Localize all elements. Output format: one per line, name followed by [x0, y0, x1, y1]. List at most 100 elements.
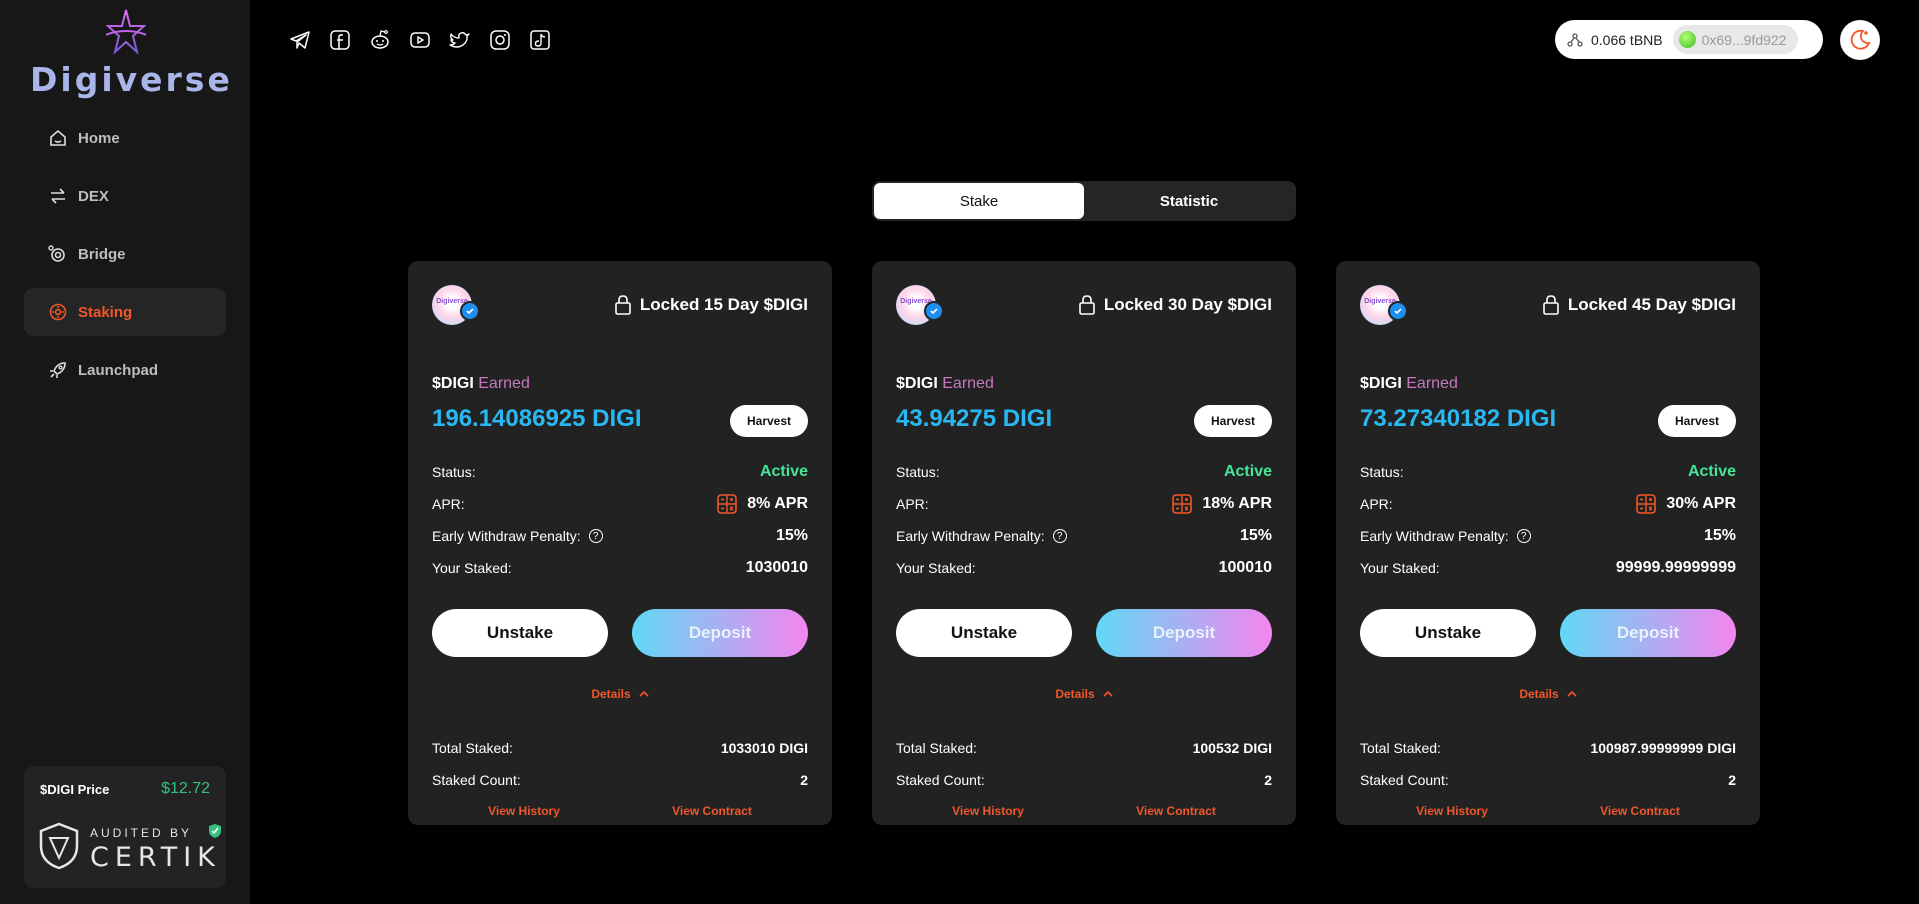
staked-count-value: 2 — [800, 772, 808, 788]
penalty-row: Early Withdraw Penalty:? 15% — [896, 525, 1272, 547]
help-icon[interactable]: ? — [1052, 529, 1067, 543]
penalty-value: 15% — [1239, 527, 1272, 544]
unstake-button[interactable]: Unstake — [1360, 609, 1536, 657]
penalty-row: Early Withdraw Penalty:? 15% — [432, 525, 808, 547]
deposit-button[interactable]: Deposit — [1096, 609, 1272, 657]
sidebar-item-dex[interactable]: DEX — [24, 172, 226, 220]
lock-icon — [1079, 295, 1095, 315]
sidebar-item-label: Home — [78, 129, 120, 147]
apr-row: APR: 30% APR — [1360, 493, 1736, 515]
total-staked-value: 1033010 DIGI — [720, 740, 808, 756]
apr-value: 30% APR — [1666, 495, 1736, 512]
view-history-link[interactable]: View History — [1416, 804, 1488, 818]
youtube-icon[interactable] — [408, 28, 432, 52]
penalty-label: Early Withdraw Penalty: — [432, 528, 581, 544]
sidebar-item-label: Launchpad — [78, 361, 159, 379]
tab-statistic[interactable]: Statistic — [1084, 183, 1294, 219]
sidebar-item-home[interactable]: Home — [24, 114, 226, 162]
digiverse-logo[interactable]: Digiverse — [30, 8, 230, 100]
token-label: $DIGI — [432, 375, 474, 392]
calculator-icon[interactable] — [1172, 494, 1193, 514]
penalty-label: Early Withdraw Penalty: — [1360, 528, 1509, 544]
staked-count-label: Staked Count: — [1360, 772, 1449, 788]
reddit-icon[interactable] — [368, 28, 392, 52]
wallet-pill[interactable]: 0.066 tBNB 0x69...9fd922 — [1555, 20, 1823, 59]
staked-count-row: Staked Count: 2 — [896, 769, 1272, 791]
harvest-button[interactable]: Harvest — [1194, 405, 1272, 437]
harvest-button[interactable]: Harvest — [730, 405, 808, 437]
penalty-value: 15% — [775, 527, 808, 544]
staked-count-label: Staked Count: — [432, 772, 521, 788]
details-toggle[interactable]: Details — [896, 687, 1272, 701]
shield-check-icon — [209, 824, 221, 838]
view-contract-link[interactable]: View Contract — [672, 804, 752, 818]
instagram-icon[interactable] — [488, 28, 512, 52]
balance-text: 0.066 tBNB — [1591, 31, 1663, 48]
apr-value-wrap: 8% APR — [717, 494, 808, 514]
pool-title: Locked 45 Day $DIGI — [1542, 294, 1736, 316]
certik-name: CERTIK — [90, 842, 221, 873]
unstake-button[interactable]: Unstake — [432, 609, 608, 657]
your-staked-label: Your Staked: — [1360, 560, 1440, 576]
price-value: $12.72 — [161, 780, 210, 797]
certik-badge[interactable]: AUDITED BY CERTIK — [38, 820, 221, 874]
status-row: Status: Active — [432, 461, 808, 483]
apr-value-wrap: 18% APR — [1172, 494, 1272, 514]
total-staked-label: Total Staked: — [432, 740, 513, 756]
tiktok-icon[interactable] — [528, 28, 552, 52]
harvest-button[interactable]: Harvest — [1658, 405, 1736, 437]
sidebar-item-launchpad[interactable]: Launchpad — [24, 346, 226, 394]
help-icon[interactable]: ? — [588, 529, 603, 543]
calculator-icon[interactable] — [1636, 494, 1657, 514]
theme-toggle-button[interactable] — [1840, 20, 1880, 60]
view-contract-link[interactable]: View Contract — [1600, 804, 1680, 818]
your-staked-label: Your Staked: — [432, 560, 512, 576]
deposit-button[interactable]: Deposit — [1560, 609, 1736, 657]
help-icon[interactable]: ? — [1516, 529, 1531, 543]
details-toggle[interactable]: Details — [1360, 687, 1736, 701]
your-staked-row: Your Staked: 100010 — [896, 557, 1272, 579]
apr-row: APR: 18% APR — [896, 493, 1272, 515]
your-staked-row: Your Staked: 99999.99999999 — [1360, 557, 1736, 579]
penalty-row: Early Withdraw Penalty:? 15% — [1360, 525, 1736, 547]
staked-count-row: Staked Count: 2 — [1360, 769, 1736, 791]
unstake-button[interactable]: Unstake — [896, 609, 1072, 657]
sidebar-item-staking[interactable]: Staking — [24, 288, 226, 336]
home-icon — [50, 129, 66, 146]
tab-stake[interactable]: Stake — [874, 183, 1084, 219]
pool-title-text: Locked 45 Day $DIGI — [1567, 295, 1736, 314]
deposit-button[interactable]: Deposit — [632, 609, 808, 657]
telegram-icon[interactable] — [288, 28, 312, 52]
status-value: Active — [1687, 463, 1736, 480]
wallet-address: 0x69...9fd922 — [1701, 31, 1787, 48]
wallet-avatar — [1678, 31, 1696, 48]
earned-word: Earned — [1406, 375, 1458, 392]
sidebar-item-label: DEX — [78, 187, 109, 205]
earned-word: Earned — [478, 375, 530, 392]
twitter-icon[interactable] — [448, 28, 472, 52]
total-staked-label: Total Staked: — [1360, 740, 1441, 756]
view-history-link[interactable]: View History — [488, 804, 560, 818]
apr-value: 8% APR — [747, 495, 808, 512]
earned-value: 43.94275 DIGI — [896, 405, 1053, 432]
penalty-label-wrap: Early Withdraw Penalty:? — [1360, 528, 1531, 544]
details-toggle[interactable]: Details — [432, 687, 808, 701]
view-history-link[interactable]: View History — [952, 804, 1024, 818]
staked-count-label: Staked Count: — [896, 772, 985, 788]
apr-label: APR: — [896, 496, 929, 512]
calculator-icon[interactable] — [717, 494, 738, 514]
view-contract-link[interactable]: View Contract — [1136, 804, 1216, 818]
sidebar-item-bridge[interactable]: Bridge — [24, 230, 226, 278]
total-staked-value: 100532 DIGI — [1192, 740, 1272, 756]
token-label: $DIGI — [896, 375, 938, 392]
network-icon — [1567, 32, 1583, 47]
swap-icon — [51, 188, 65, 204]
card-links: View History View Contract — [1360, 804, 1736, 818]
card-links: View History View Contract — [432, 804, 808, 818]
your-staked-row: Your Staked: 1030010 — [432, 557, 808, 579]
chevron-up-icon — [1567, 690, 1577, 697]
facebook-icon[interactable] — [328, 28, 352, 52]
address-chip[interactable]: 0x69...9fd922 — [1672, 25, 1799, 54]
price-panel: $DIGI Price $12.72 AUDITED BY CERTIK — [24, 766, 226, 888]
status-row: Status: Active — [1360, 461, 1736, 483]
